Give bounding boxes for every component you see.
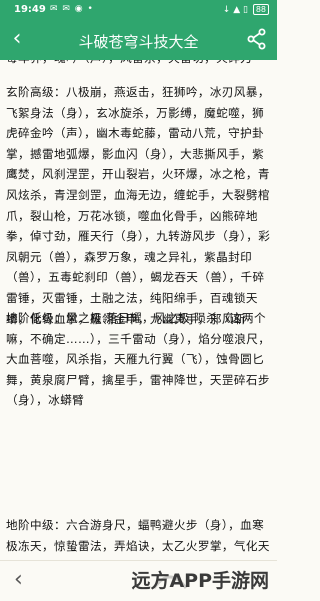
share-icon[interactable] [245,27,269,51]
page-title: 斗破苍穹斗技大全 [78,33,199,51]
status-bar: 19:49 ✉ ✉ ◉ • ↓ ▲ ▯ 88 [0,0,277,20]
article-paragraph: 地阶低级：风之极.落日耀，风之极.陨杀（这两个嘛，不确定……），三千雷动（身），… [6,311,271,408]
nav-back-chevron-icon[interactable]: ‹ [14,567,23,592]
article-content[interactable]: 毒年界，魂吟（声），风雷杀，天雷切，火碎刀 玄阶高级：八极崩，燕返击，狂狮吟，冰… [0,60,277,560]
signal-icons: ↓ ▲ ▯ [222,5,248,15]
system-icons: ↓ ▲ ▯ 88 [223,4,269,15]
article-paragraph: 玄阶高级：八极崩，燕返击，狂狮吟，冰刃风暴，飞絮身法（身），玄冰旋杀，万影缚，魔… [6,85,271,326]
notification-icons: ✉ ✉ ◉ • [50,4,94,14]
watermark-text: 远方APP手游网 [131,570,269,592]
app-bar: ‹ 斗破苍穹斗技大全 [0,20,277,60]
status-time: 19:49 [14,4,46,15]
article-paragraph: 地阶中级：六合游身尺，蝠鸭避火步（身），血寒极冻天，惊蛰雷法，弄焰诀，太乙火罗掌… [6,518,270,553]
article-paragraph: 毒年界，魂吟（声），风雷杀，天雷切，火碎刀 [6,60,274,69]
battery-icon: 88 [252,4,269,15]
